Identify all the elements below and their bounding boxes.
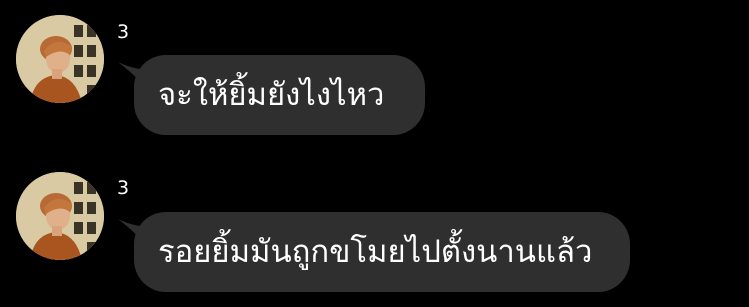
- profile-photo-avatar-icon: [16, 15, 104, 103]
- avatar[interactable]: [16, 172, 104, 260]
- profile-photo-avatar-icon: [16, 172, 104, 260]
- sender-name: 3: [117, 177, 130, 199]
- sender-name: 3: [117, 21, 130, 43]
- avatar[interactable]: [16, 15, 104, 103]
- message-bubble[interactable]: จะให้ยิ้มยังไงไหว: [134, 55, 425, 135]
- message-bubble[interactable]: รอยยิ้มมันถูกขโมยไปตั้งนานแล้ว: [134, 212, 630, 292]
- chat-message: 3 รอยยิ้มมันถูกขโมยไปตั้งนานแล้ว: [0, 160, 749, 307]
- chat-message: 3 จะให้ยิ้มยังไงไหว: [0, 0, 749, 150]
